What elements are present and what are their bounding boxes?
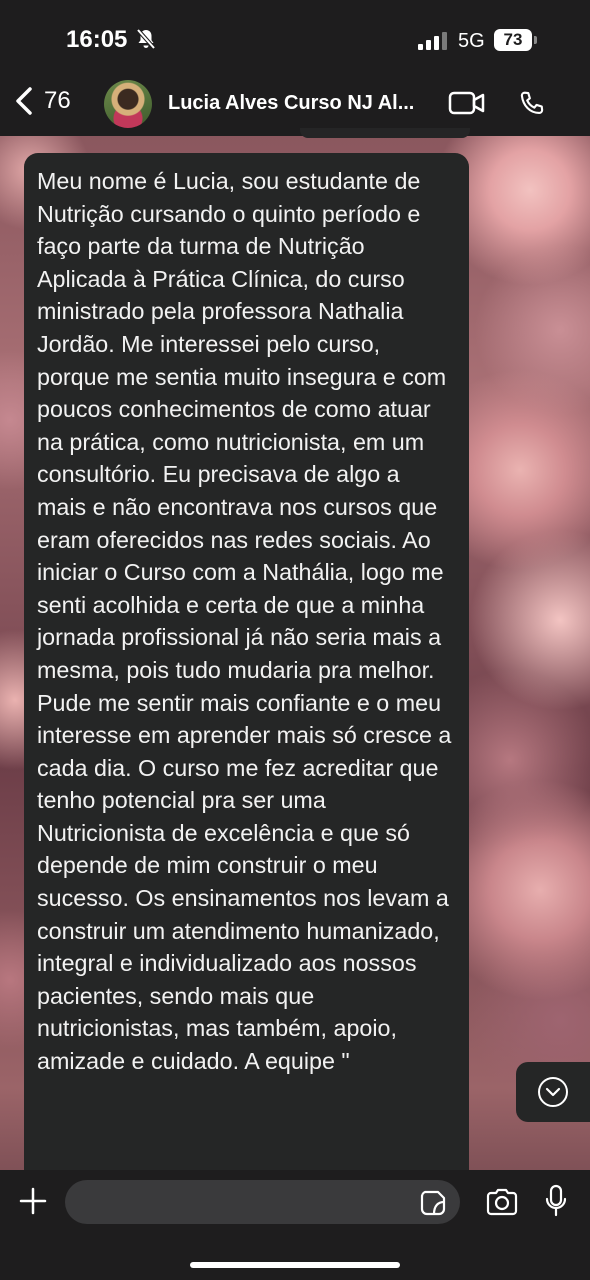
camera-icon[interactable] <box>485 1188 519 1221</box>
home-indicator <box>190 1262 400 1268</box>
contact-name[interactable]: Lucia Alves Curso NJ Al... <box>168 92 433 115</box>
network-type: 5G <box>458 30 485 52</box>
battery-icon: 73 <box>494 29 532 51</box>
bell-muted-icon <box>136 28 156 55</box>
signal-icon <box>418 32 447 50</box>
message-bubble[interactable]: Meu nome é Lucia, sou estudante de Nutri… <box>24 153 469 1193</box>
sticker-icon[interactable] <box>420 1190 446 1221</box>
microphone-icon[interactable] <box>544 1184 568 1223</box>
battery-cap <box>534 36 537 44</box>
chevron-down-circle-icon <box>538 1077 568 1107</box>
chat-header: 76 Lucia Alves Curso NJ Al... <box>0 80 590 136</box>
unread-count: 76 <box>44 87 71 114</box>
pinned-strip <box>300 128 470 138</box>
phone-call-icon[interactable] <box>516 88 548 125</box>
avatar[interactable] <box>104 80 152 128</box>
message-text: Meu nome é Lucia, sou estudante de Nutri… <box>37 168 452 1075</box>
scroll-to-bottom-button[interactable] <box>516 1062 590 1122</box>
plus-icon[interactable] <box>18 1186 48 1221</box>
message-input[interactable] <box>65 1180 460 1224</box>
video-call-icon[interactable] <box>448 90 486 121</box>
status-time: 16:05 <box>66 26 128 53</box>
back-button[interactable]: 76 <box>14 86 71 116</box>
status-bar: 16:05 5G 73 <box>0 0 590 80</box>
back-chevron-icon <box>16 87 32 115</box>
